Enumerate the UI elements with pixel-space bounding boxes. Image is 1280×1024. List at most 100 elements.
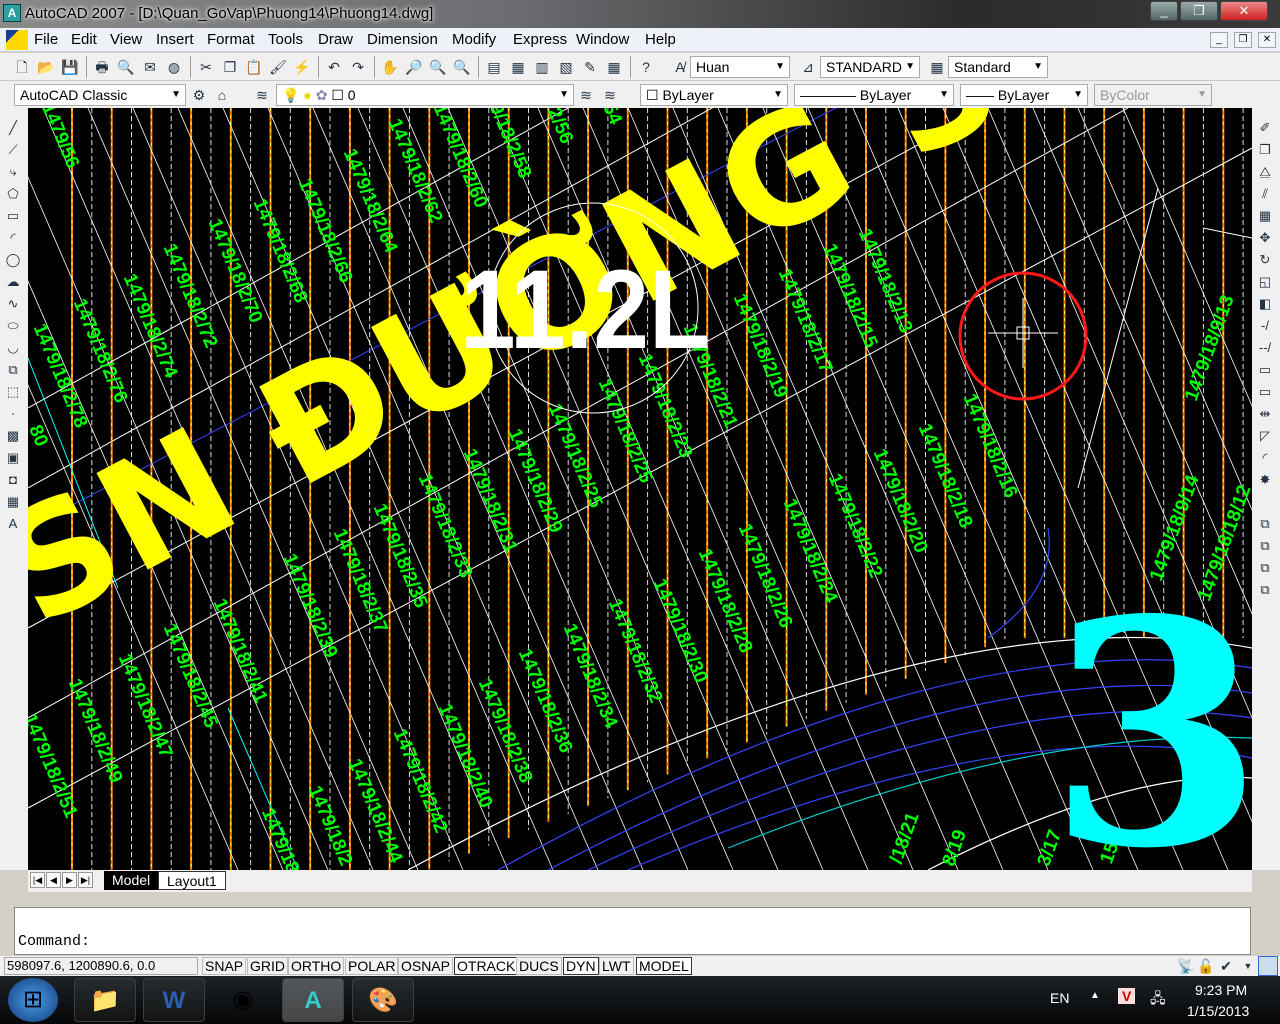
new-icon[interactable]: 🗋 (12, 57, 32, 77)
bring-above-icon[interactable]: ⧉ (1255, 558, 1275, 578)
make-current-layer-icon[interactable]: ≋ (576, 85, 596, 105)
menu-insert[interactable]: Insert (156, 31, 194, 48)
status-otrack-button[interactable]: OTRACK (454, 957, 519, 975)
send-under-icon[interactable]: ⧉ (1255, 580, 1275, 600)
spline-icon[interactable]: ∿ (3, 294, 23, 314)
show-hidden-icons-button[interactable]: ▲ (1090, 990, 1100, 1001)
menu-draw[interactable]: Draw (318, 31, 353, 48)
menu-view[interactable]: View (110, 31, 142, 48)
status-ducs-button[interactable]: DUCS (516, 957, 562, 975)
lineweight-select[interactable]: —— ByLayer ▼ (960, 84, 1088, 106)
minimize-button[interactable]: _ (1150, 1, 1178, 21)
workspace-settings-icon[interactable]: ⚙ (189, 85, 209, 105)
antivirus-tray-icon[interactable]: V (1118, 988, 1136, 1004)
pan-icon[interactable]: ✋ (380, 57, 400, 77)
circle-icon[interactable]: ◯ (3, 250, 23, 270)
region-icon[interactable]: ◘ (3, 470, 23, 490)
sheet-set-icon[interactable]: ▧ (556, 57, 576, 77)
menu-modify[interactable]: Modify (452, 31, 496, 48)
help-icon[interactable]: ? (636, 57, 656, 77)
plot-preview-icon[interactable]: 🔍 (116, 57, 136, 77)
toolbar-lock-icon[interactable]: 🔓 (1196, 956, 1216, 976)
prev-tab-button[interactable]: ◀ (46, 872, 61, 888)
polygon-icon[interactable]: ⬠ (3, 184, 23, 204)
hatch-icon[interactable]: ▩ (3, 426, 23, 446)
construction-line-icon[interactable]: ⟋ (3, 140, 23, 160)
save-icon[interactable]: 💾 (60, 57, 80, 77)
close-button[interactable]: ✕ (1220, 1, 1268, 21)
workspace-select[interactable]: AutoCAD Classic ▼ (14, 84, 186, 106)
next-tab-button[interactable]: ▶ (62, 872, 77, 888)
scale-icon[interactable]: ◱ (1255, 272, 1275, 292)
taskbar-word[interactable]: W (143, 978, 205, 1022)
menu-help[interactable]: Help (645, 31, 676, 48)
network-tray-icon[interactable]: 🖧 (1150, 988, 1166, 1012)
zoom-realtime-icon[interactable]: 🔎 (404, 57, 424, 77)
status-osnap-button[interactable]: OSNAP (398, 957, 454, 975)
design-center-icon[interactable]: ▦ (508, 57, 528, 77)
clock-time[interactable]: 9:23 PM (1195, 982, 1247, 998)
arc-icon[interactable]: ◜ (3, 228, 23, 248)
break-at-point-icon[interactable]: ▭ (1255, 360, 1275, 380)
paste-icon[interactable]: 📋 (244, 57, 264, 77)
move-icon[interactable]: ✥ (1255, 228, 1275, 248)
revision-cloud-icon[interactable]: ☁ (3, 272, 23, 292)
open-icon[interactable]: 📂 (36, 57, 56, 77)
document-icon[interactable] (6, 30, 28, 50)
3d-dwf-icon[interactable]: ◍ (164, 57, 184, 77)
layer-select[interactable]: 💡 ● ✿ ☐ 0 ▼ (276, 84, 574, 106)
autocad-app-icon[interactable]: A (3, 4, 21, 22)
table-style-select[interactable]: Standard ▼ (948, 56, 1048, 78)
match-properties-icon[interactable]: 🖌 (268, 57, 288, 77)
copy-icon[interactable]: ❐ (220, 57, 240, 77)
redo-icon[interactable]: ↷ (348, 57, 368, 77)
chamfer-icon[interactable]: ◸ (1255, 426, 1275, 446)
drawing-canvas[interactable]: 1479/56 1479/18/2/62 1479/18/2/60 9/18/2/58… (28, 108, 1252, 870)
language-indicator[interactable]: EN (1050, 990, 1069, 1006)
draw-order-back-icon[interactable]: ⧉ (1255, 536, 1275, 556)
status-dyn-button[interactable]: DYN (563, 957, 599, 975)
my-workspace-icon[interactable]: ⌂ (212, 85, 232, 105)
linetype-select[interactable]: ———— ByLayer ▼ (794, 84, 954, 106)
polyline-icon[interactable]: ⤷ (3, 162, 23, 182)
menu-tools[interactable]: Tools (268, 31, 303, 48)
join-icon[interactable]: ⇹ (1255, 404, 1275, 424)
doc-restore-button[interactable]: ❐ (1234, 32, 1252, 48)
line-icon[interactable]: ╱ (3, 118, 23, 138)
status-polar-button[interactable]: POLAR (345, 957, 399, 975)
first-tab-button[interactable]: |◀ (30, 872, 45, 888)
draw-order-front-icon[interactable]: ⧉ (1255, 514, 1275, 534)
taskbar-paint[interactable]: 🎨 (352, 978, 414, 1022)
clock-date[interactable]: 1/15/2013 (1187, 1003, 1249, 1019)
mirror-icon[interactable]: ⧋ (1255, 162, 1275, 182)
last-tab-button[interactable]: ▶| (78, 872, 93, 888)
offset-icon[interactable]: ⫽ (1255, 184, 1275, 204)
markup-icon[interactable]: ✎ (580, 57, 600, 77)
break-icon[interactable]: ▭ (1255, 382, 1275, 402)
command-line[interactable]: Command: (14, 907, 1251, 955)
explode-icon[interactable]: ✸ (1255, 470, 1275, 490)
taskbar-autocad[interactable]: A (282, 978, 344, 1022)
array-icon[interactable]: ▦ (1255, 206, 1275, 226)
make-block-icon[interactable]: ⬚ (3, 382, 23, 402)
tab-layout1[interactable]: Layout1 (158, 871, 226, 890)
plot-icon[interactable]: 🖶 (92, 57, 112, 77)
taskbar-chrome[interactable]: ◉ (212, 978, 274, 1022)
status-menu-arrow[interactable]: ▼ (1238, 956, 1258, 976)
tab-model[interactable]: Model (104, 871, 159, 890)
status-grid-button[interactable]: GRID (247, 957, 288, 975)
menu-express[interactable]: Express (513, 31, 567, 48)
tool-palettes-icon[interactable]: ▥ (532, 57, 552, 77)
table-icon[interactable]: ▦ (3, 492, 23, 512)
extend-icon[interactable]: --/ (1255, 338, 1275, 358)
maximize-button[interactable]: ❐ (1180, 1, 1218, 21)
cut-icon[interactable]: ✂ (196, 57, 216, 77)
point-icon[interactable]: · (3, 404, 23, 424)
menu-file[interactable]: File (34, 31, 58, 48)
trusted-publications-icon[interactable]: ✔ (1216, 956, 1236, 976)
trim-icon[interactable]: -/ (1255, 316, 1275, 336)
drawing-svg[interactable]: 1479/56 1479/18/2/621479/18/2/609/18/2/58… (28, 108, 1252, 870)
ellipse-icon[interactable]: ⬭ (3, 316, 23, 336)
stretch-icon[interactable]: ◧ (1255, 294, 1275, 314)
rotate-icon[interactable]: ↻ (1255, 250, 1275, 270)
